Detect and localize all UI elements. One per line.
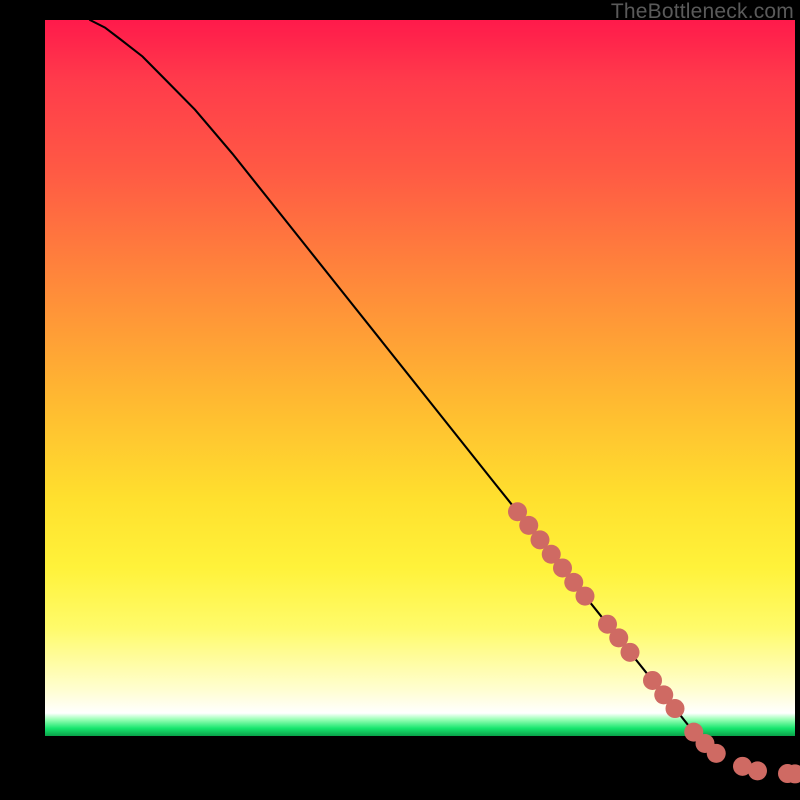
data-point <box>666 699 685 718</box>
curve-line <box>90 20 795 774</box>
plot-area <box>45 20 795 780</box>
data-point <box>576 587 595 606</box>
data-point <box>621 643 640 662</box>
data-point <box>748 761 767 780</box>
marker-group <box>508 502 800 783</box>
chart-svg <box>45 20 795 780</box>
watermark-text: TheBottleneck.com <box>611 0 794 24</box>
data-point <box>707 744 726 763</box>
chart-frame: TheBottleneck.com <box>0 0 800 800</box>
